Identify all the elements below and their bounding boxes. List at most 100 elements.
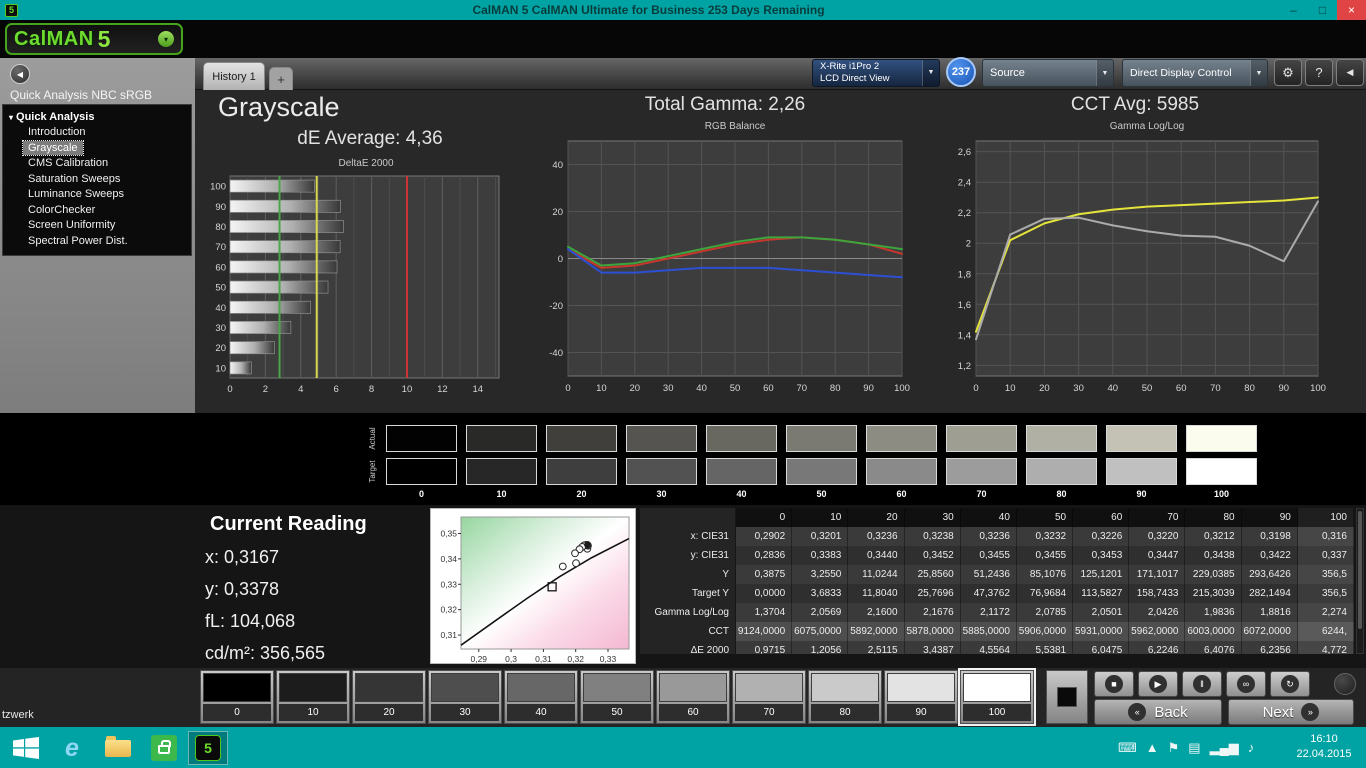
table-row-label: ΔE 2000	[640, 641, 736, 654]
patch-button-80[interactable]: 80	[808, 670, 882, 724]
reading-count-badge[interactable]: 237	[946, 57, 976, 87]
internet-explorer-button[interactable]: e	[52, 731, 92, 765]
patch-preview-button[interactable]	[1046, 670, 1088, 724]
back-button[interactable]: « Back	[1094, 699, 1222, 725]
logo-dropdown-icon[interactable]: ▾	[158, 31, 174, 47]
patch-button-40[interactable]: 40	[504, 670, 578, 724]
meter-dropdown[interactable]: X-Rite i1Pro 2 LCD Direct View ▼	[812, 59, 940, 87]
patch-button-30[interactable]: 30	[428, 670, 502, 724]
patch-button-20[interactable]: 20	[352, 670, 426, 724]
tab-add-button[interactable]: +	[269, 67, 293, 90]
table-cell: 0,3455	[1016, 546, 1074, 565]
table-cell: 1,9836	[1185, 603, 1242, 622]
table-col-header-80: 80	[1185, 508, 1242, 527]
table-cell: 0,3452	[904, 546, 961, 565]
svg-text:20: 20	[630, 383, 641, 394]
svg-text:0,29: 0,29	[470, 654, 487, 664]
sidebar-item-cms-calibration[interactable]: CMS Calibration	[23, 156, 113, 171]
sidebar-item-saturation-sweeps[interactable]: Saturation Sweeps	[23, 172, 125, 187]
tree-root-quick-analysis[interactable]: ▾ Quick Analysis	[3, 109, 191, 125]
target-swatch-20	[546, 458, 617, 485]
expander-icon[interactable]: ▾	[9, 113, 13, 122]
taskbar-clock[interactable]: 16:10 22.04.2015	[1286, 732, 1362, 762]
patch-button-70[interactable]: 70	[732, 670, 806, 724]
sidebar-collapse-button[interactable]: ◀	[10, 64, 30, 84]
table-cell: 282,1494	[1241, 584, 1298, 603]
table-cell: 0,337	[1297, 546, 1354, 565]
patch-button-10[interactable]: 10	[276, 670, 350, 724]
patch-label: 60	[659, 704, 727, 721]
svg-text:0,3: 0,3	[505, 654, 517, 664]
flag-icon[interactable]: ⚑	[1168, 740, 1180, 756]
aux-round-button[interactable]	[1334, 673, 1356, 695]
tab-history-1[interactable]: History 1	[203, 62, 265, 90]
svg-text:40: 40	[552, 160, 563, 171]
table-row-label: Y	[640, 565, 736, 584]
minimize-button[interactable]: –	[1279, 0, 1308, 20]
table-cell: 0,3198	[1241, 527, 1298, 546]
back-icon: «	[1128, 703, 1147, 721]
continuous-measure-button[interactable]: ∞	[1226, 671, 1266, 697]
close-button[interactable]: ×	[1337, 0, 1366, 20]
patch-label: 70	[735, 704, 803, 721]
svg-text:70: 70	[797, 383, 808, 394]
sidebar-item-luminance-sweeps[interactable]: Luminance Sweeps	[23, 187, 129, 202]
current-reading-title: Current Reading	[210, 513, 367, 535]
display-control-dropdown[interactable]: Direct Display Control ▼	[1122, 59, 1268, 87]
refresh-button[interactable]: ↻	[1270, 671, 1310, 697]
svg-text:1,4: 1,4	[958, 330, 971, 341]
patch-label: 50	[583, 704, 651, 721]
stop-button[interactable]: ■	[1094, 671, 1134, 697]
deltae-chart-title: DeltaE 2000	[338, 158, 394, 169]
settings-gear-button[interactable]: ⚙	[1274, 59, 1302, 86]
table-cell: 2,1172	[960, 603, 1017, 622]
keyboard-icon[interactable]: ⌨	[1118, 740, 1137, 756]
patch-button-90[interactable]: 90	[884, 670, 958, 724]
actual-swatch-100	[1186, 425, 1257, 452]
svg-text:2: 2	[263, 384, 268, 395]
patch-button-50[interactable]: 50	[580, 670, 654, 724]
target-swatch-30	[626, 458, 697, 485]
source-dropdown[interactable]: Source ▼	[982, 59, 1114, 87]
scrollbar-thumb[interactable]	[1358, 511, 1362, 629]
store-button[interactable]	[144, 731, 184, 765]
help-button[interactable]: ?	[1305, 59, 1333, 86]
sidebar-item-screen-uniformity[interactable]: Screen Uniformity	[23, 218, 120, 233]
patch-button-60[interactable]: 60	[656, 670, 730, 724]
panel-collapse-button[interactable]: ◀	[1336, 59, 1364, 86]
actual-swatch-10	[466, 425, 537, 452]
svg-text:30: 30	[663, 383, 674, 394]
pause-button[interactable]: ‖	[1182, 671, 1222, 697]
sidebar-item-introduction[interactable]: Introduction	[23, 125, 90, 140]
table-cell: 0,3220	[1129, 527, 1186, 546]
table-cell: 5931,0000	[1073, 622, 1130, 641]
start-button[interactable]	[6, 731, 46, 765]
play-button[interactable]: ▶	[1138, 671, 1178, 697]
network-icon[interactable]: ▂▄▆	[1210, 740, 1239, 756]
svg-text:0: 0	[973, 383, 978, 394]
file-explorer-button[interactable]	[98, 731, 138, 765]
patch-button-row: ■ ▶ ‖ ∞ ↻ « Back Next » 0 10 20 30 40 50 60 70 8…	[0, 668, 1366, 727]
svg-text:70: 70	[1210, 383, 1221, 394]
volume-icon[interactable]: ♪	[1248, 740, 1255, 755]
sidebar-item-spectral-power-dist-[interactable]: Spectral Power Dist.	[23, 234, 133, 249]
patch-swatch	[507, 673, 575, 702]
calman-taskbar-button[interactable]: 5	[188, 731, 228, 765]
next-button[interactable]: Next »	[1228, 699, 1354, 725]
chevron-up-icon[interactable]: ▲	[1146, 740, 1159, 755]
actual-swatch-20	[546, 425, 617, 452]
restore-button[interactable]: □	[1308, 0, 1337, 20]
svg-text:100: 100	[894, 383, 910, 394]
svg-text:-40: -40	[549, 348, 563, 359]
sidebar-item-colorchecker[interactable]: ColorChecker	[23, 203, 100, 218]
display-icon[interactable]: ▤	[1188, 740, 1200, 756]
table-col-header-10: 10	[792, 508, 849, 527]
current-reading-y: y: 0,3378	[205, 579, 280, 599]
patch-button-100[interactable]: 100	[958, 668, 1036, 726]
svg-text:0: 0	[227, 384, 232, 395]
table-scrollbar[interactable]	[1356, 508, 1364, 654]
svg-text:0,33: 0,33	[440, 579, 457, 589]
table-cell: 11,8040	[848, 584, 905, 603]
patch-button-0[interactable]: 0	[200, 670, 274, 724]
sidebar-item-grayscale[interactable]: Grayscale	[22, 139, 84, 156]
